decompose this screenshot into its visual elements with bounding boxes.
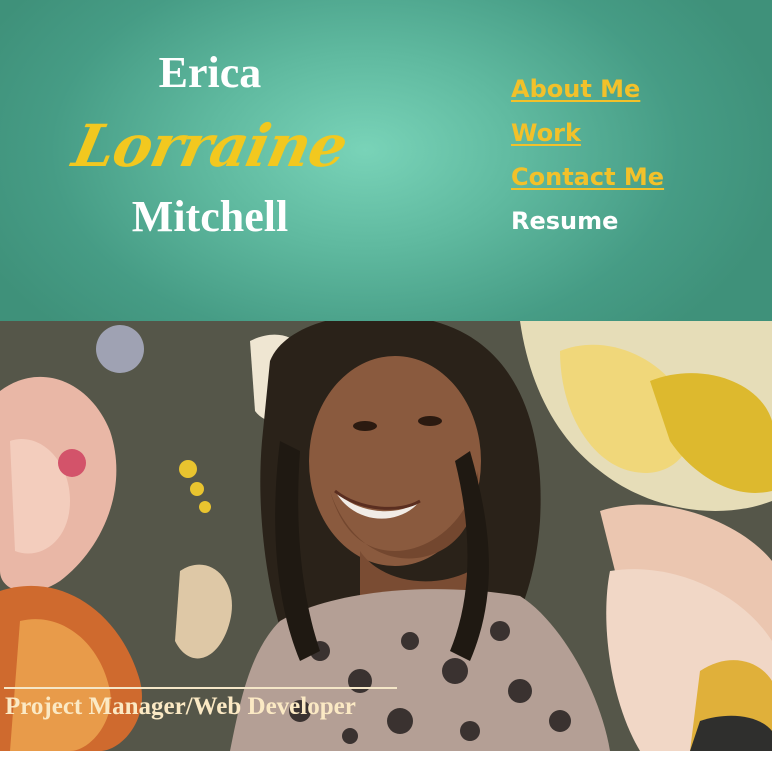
first-name: Erica bbox=[158, 48, 262, 97]
main-nav: About Me Work Contact Me Resume bbox=[511, 74, 731, 250]
nav-link-about-me[interactable]: About Me bbox=[511, 74, 731, 118]
nav-link-work[interactable]: Work bbox=[511, 118, 731, 162]
nav-link-resume[interactable]: Resume bbox=[511, 206, 731, 250]
last-name: Mitchell bbox=[131, 192, 289, 241]
site-header: Erica Lorraine Mitchell About Me Work Co… bbox=[0, 0, 772, 321]
caption-divider bbox=[4, 687, 397, 689]
role-caption: Project Manager/Web Developer bbox=[5, 693, 356, 720]
middle-name: Lorraine bbox=[67, 112, 353, 180]
hero-section: Project Manager/Web Developer bbox=[0, 321, 772, 751]
name-block: Erica Lorraine Mitchell bbox=[60, 46, 360, 244]
portfolio-page: Erica Lorraine Mitchell About Me Work Co… bbox=[0, 0, 775, 760]
nav-link-contact-me[interactable]: Contact Me bbox=[511, 162, 731, 206]
